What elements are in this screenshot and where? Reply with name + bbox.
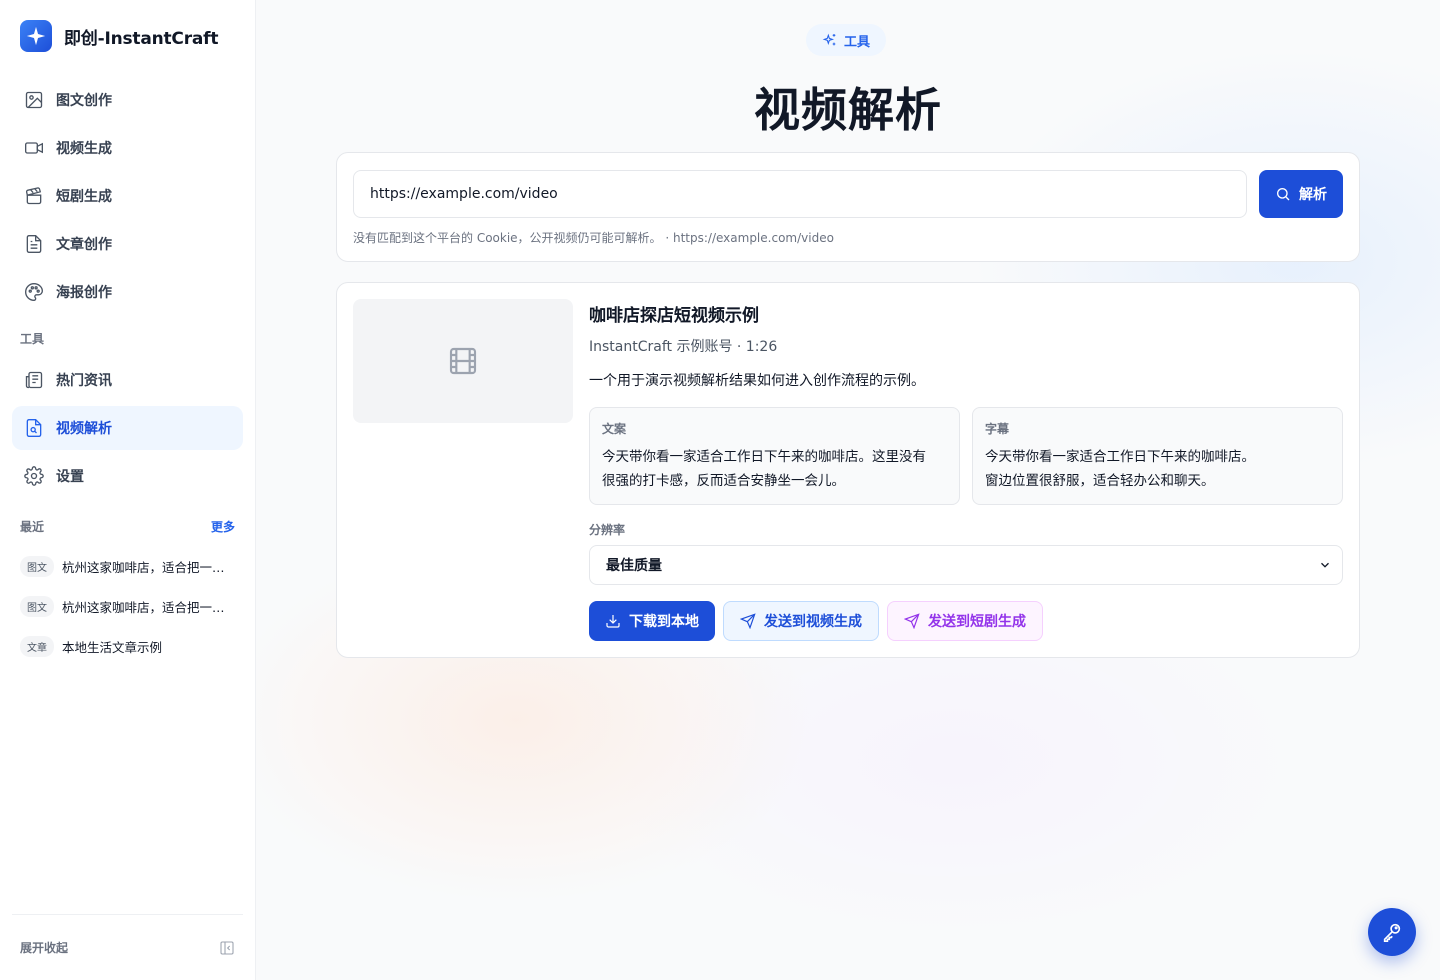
- newspaper-icon: [25, 371, 43, 389]
- sidebar-item-label: 设置: [56, 469, 84, 485]
- sidebar-item-label: 短剧生成: [56, 189, 112, 205]
- recent-item-text: 杭州这家咖啡店，适合把一个周末下午都交给它: [62, 599, 235, 615]
- panel-collapse-icon[interactable]: [219, 940, 235, 956]
- subtitles-text: 今天带你看一家适合工作日下午来的咖啡店。 窗边位置很舒服，适合轻办公和聊天。: [985, 449, 1255, 489]
- search-icon: [1277, 188, 1290, 201]
- sidebar-item-settings[interactable]: 设置: [12, 454, 243, 498]
- image-icon: [25, 91, 43, 109]
- palette-icon: [25, 282, 44, 302]
- file-search-icon: [26, 419, 42, 437]
- result-card: 咖啡店探店短视频示例 InstantCraft 示例账号 · 1:26 一个用于…: [336, 282, 1360, 658]
- sidebar-item-label: 文章创作: [56, 237, 112, 253]
- sidebar-footer: 展开收起: [12, 914, 243, 956]
- key-fab-button[interactable]: [1368, 908, 1416, 956]
- recent-list: 图文 杭州这家咖啡店，适合把一个周末下午都交给它 图文 杭州这家咖啡店，适合把一…: [20, 546, 235, 666]
- tools-pill: 工具: [806, 24, 887, 56]
- sidebar-item-label: 视频生成: [56, 141, 112, 157]
- sidebar-item-image-text[interactable]: 图文创作: [12, 78, 243, 122]
- sidebar: 即创-InstantCraft 图文创作 视频生成 短剧生成 文章创作 海报创作…: [0, 0, 256, 980]
- action-buttons: 下载到本地 发送到视频生成 发送到短剧生成: [589, 601, 1043, 641]
- send-to-video-label: 发送到视频生成: [764, 614, 862, 630]
- film-icon: [449, 347, 477, 375]
- sparkle-logo-icon: [20, 20, 52, 52]
- sidebar-item-video-parse[interactable]: 视频解析: [12, 406, 243, 450]
- video-title: 咖啡店探店短视频示例: [589, 306, 759, 326]
- parse-button[interactable]: 解析: [1259, 170, 1343, 218]
- sidebar-toggle[interactable]: 展开收起: [12, 915, 243, 956]
- resolution-value: 最佳质量: [606, 558, 662, 574]
- download-button-label: 下载到本地: [629, 614, 699, 630]
- sidebar-toggle-label: 展开收起: [20, 941, 69, 955]
- recent-label: 最近: [20, 520, 45, 534]
- sidebar-item-label: 海报创作: [56, 285, 112, 301]
- copy-box: 文案 今天带你看一家适合工作日下午来的咖啡店。这里没有 很强的打卡感，反而适合安…: [589, 407, 960, 505]
- sidebar-item-label: 视频解析: [56, 421, 112, 437]
- recent-item-tag: 文章: [20, 635, 54, 657]
- recent-item-tag: 图文: [20, 555, 54, 577]
- sidebar-item-label: 热门资讯: [56, 373, 112, 389]
- video-description: 一个用于演示视频解析结果如何进入创作流程的示例。: [589, 373, 925, 389]
- chevron-down-icon: [1321, 562, 1329, 568]
- recent-item-text: 杭州这家咖啡店，适合把一个周末下午都交给它: [62, 559, 235, 575]
- send-to-drama-button[interactable]: 发送到短剧生成: [887, 601, 1043, 641]
- brand-name: 即创-InstantCraft: [64, 28, 219, 49]
- sparkles-icon: [822, 33, 836, 46]
- key-icon: [1383, 923, 1401, 942]
- send-to-drama-label: 发送到短剧生成: [928, 614, 1026, 630]
- copy-label: 文案: [602, 422, 627, 436]
- sidebar-item-drama-gen[interactable]: 短剧生成: [12, 174, 243, 218]
- page-title: 视频解析: [754, 83, 942, 137]
- sidebar-item-label: 图文创作: [56, 93, 112, 109]
- video-thumbnail: [353, 299, 573, 423]
- send-to-video-button[interactable]: 发送到视频生成: [723, 601, 879, 641]
- parse-button-label: 解析: [1299, 187, 1327, 203]
- search-card: 解析 没有匹配到这个平台的 Cookie，公开视频仍可能可解析。 · https…: [336, 152, 1360, 262]
- recent-item-tag: 图文: [20, 595, 54, 617]
- video-meta: InstantCraft 示例账号 · 1:26: [589, 339, 778, 355]
- download-button[interactable]: 下载到本地: [589, 601, 715, 641]
- send-icon: [740, 613, 756, 629]
- recent-item-text: 本地生活文章示例: [62, 639, 163, 655]
- subtitles-label: 字幕: [985, 422, 1010, 436]
- recent-item[interactable]: 图文 杭州这家咖啡店，适合把一个周末下午都交给它: [20, 546, 235, 586]
- sidebar-item-video-gen[interactable]: 视频生成: [12, 126, 243, 170]
- tools-section-label: 工具: [20, 331, 45, 346]
- recent-more-link[interactable]: 更多: [211, 518, 235, 535]
- tools-pill-label: 工具: [844, 34, 871, 50]
- copy-text: 今天带你看一家适合工作日下午来的咖啡店。这里没有 很强的打卡感，反而适合安静坐一…: [602, 449, 926, 489]
- download-icon: [606, 615, 620, 628]
- resolution-label: 分辨率: [589, 523, 626, 537]
- clapperboard-icon: [25, 187, 42, 205]
- sidebar-nav: 图文创作 视频生成 短剧生成 文章创作 海报创作 工具 热门资讯 视频解析 设置: [12, 78, 243, 502]
- sidebar-item-news[interactable]: 热门资讯: [12, 358, 243, 402]
- recent-item[interactable]: 文章 本地生活文章示例: [20, 626, 235, 666]
- brand[interactable]: 即创-InstantCraft: [20, 20, 218, 52]
- subtitles-box: 字幕 今天带你看一家适合工作日下午来的咖啡店。 窗边位置很舒服，适合轻办公和聊天…: [972, 407, 1343, 505]
- sidebar-item-article[interactable]: 文章创作: [12, 222, 243, 266]
- document-icon: [26, 235, 42, 253]
- gear-icon: [24, 466, 44, 486]
- sidebar-item-poster[interactable]: 海报创作: [12, 270, 243, 314]
- send-icon: [904, 613, 920, 629]
- url-input[interactable]: [353, 170, 1247, 218]
- recent-item[interactable]: 图文 杭州这家咖啡店，适合把一个周末下午都交给它: [20, 586, 235, 626]
- video-icon: [25, 142, 43, 154]
- recent-header: 最近 更多: [20, 518, 235, 535]
- resolution-select[interactable]: 最佳质量: [589, 545, 1343, 585]
- main-content: 工具 视频解析 解析 没有匹配到这个平台的 Cookie，公开视频仍可能可解析。…: [256, 0, 1440, 980]
- cookie-hint: 没有匹配到这个平台的 Cookie，公开视频仍可能可解析。 · https://…: [353, 231, 834, 245]
